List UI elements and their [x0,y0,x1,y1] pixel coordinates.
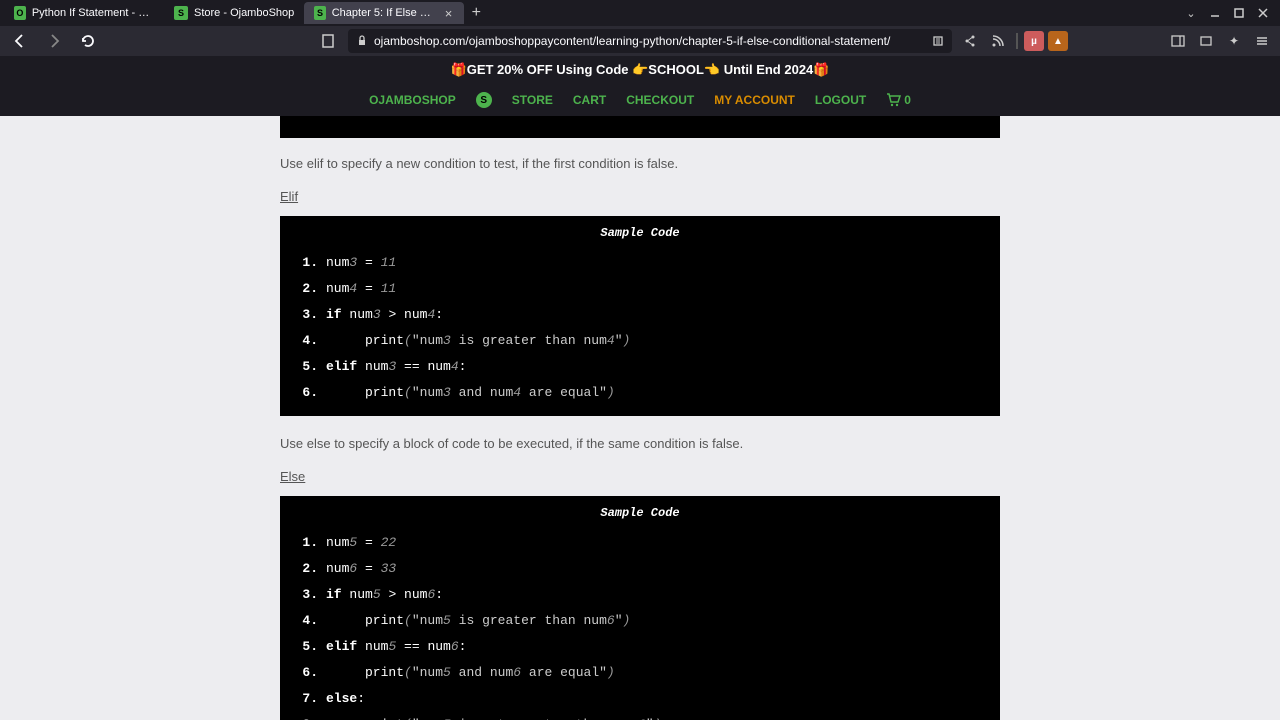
extension-icon-1[interactable]: µ [1024,31,1044,51]
favicon: O [14,6,26,20]
tab-title: Store - OjamboShop [194,7,294,19]
code-title: Sample Code [294,226,986,240]
tab-inactive-2[interactable]: S Store - OjamboShop [164,2,304,24]
paragraph-elif: Use elif to specify a new condition to t… [280,156,1000,171]
code-title: Sample Code [294,506,986,520]
favicon: S [174,6,188,20]
window-controls: ⌄ [1182,4,1276,22]
favicon: S [314,6,325,20]
nav-checkout[interactable]: CHECKOUT [626,93,694,107]
main-content: Use elif to specify a new condition to t… [280,116,1000,720]
rss-icon[interactable] [986,29,1010,53]
page-viewport[interactable]: 🎁GET 20% OFF Using Code 👉SCHOOL👈 Until E… [0,56,1280,720]
logo-icon: S [476,92,492,108]
lock-icon [356,35,368,47]
tab-title: Chapter 5: If Else Conditio [332,7,437,19]
separator [1016,33,1018,49]
bookmark-icon[interactable] [314,28,342,54]
nav-store[interactable]: STORE [512,93,553,107]
code-block-elif: Sample Code 1.num3 = 11 2.num4 = 11 3.if… [280,216,1000,416]
tab-bar: O Python If Statement - Ojambo S Store -… [0,0,1280,26]
close-icon[interactable]: × [443,6,454,20]
cart-status[interactable]: 0 [886,93,911,107]
nav-brand[interactable]: OJAMBOSHOP [369,93,456,107]
cart-icon [886,93,902,107]
menu-icon[interactable] [1250,29,1274,53]
minimize-button[interactable] [1206,4,1224,22]
nav-logout[interactable]: LOGOUT [815,93,866,107]
nav-cart[interactable]: CART [573,93,606,107]
toolbar: ojamboshop.com/ojamboshoppaycontent/lear… [0,26,1280,56]
tab-title: Python If Statement - Ojambo [32,7,154,19]
paragraph-else: Use else to specify a block of code to b… [280,436,1000,451]
else-link[interactable]: Else [280,469,1000,484]
sidebar-icon[interactable] [1166,29,1190,53]
forward-button[interactable] [40,28,68,54]
url-bar[interactable]: ojamboshop.com/ojamboshoppaycontent/lear… [348,29,952,53]
previous-code-block-tail [280,116,1000,138]
back-button[interactable] [6,28,34,54]
close-window-button[interactable] [1254,4,1272,22]
elif-link[interactable]: Elif [280,189,1000,204]
nav-account[interactable]: MY ACCOUNT [714,93,795,107]
sparkle-icon[interactable]: ✦ [1222,29,1246,53]
chevron-down-icon[interactable]: ⌄ [1182,4,1200,22]
maximize-button[interactable] [1230,4,1248,22]
site-nav: OJAMBOSHOP S STORE CART CHECKOUT MY ACCO… [0,84,1280,116]
reload-button[interactable] [74,28,102,54]
extension-icon-2[interactable]: ▲ [1048,31,1068,51]
reader-icon[interactable] [932,35,944,47]
share-icon[interactable] [958,29,982,53]
url-text: ojamboshop.com/ojamboshoppaycontent/lear… [374,34,926,48]
cart-count: 0 [904,93,911,107]
new-tab-button[interactable]: + [464,1,488,25]
extension-panel-icon[interactable] [1194,29,1218,53]
toolbar-right: µ ▲ [958,29,1068,53]
tab-active[interactable]: S Chapter 5: If Else Conditio × [304,2,464,24]
promo-banner: 🎁GET 20% OFF Using Code 👉SCHOOL👈 Until E… [0,56,1280,84]
tab-inactive-1[interactable]: O Python If Statement - Ojambo [4,2,164,24]
code-block-else: Sample Code 1.num5 = 22 2.num6 = 33 3.if… [280,496,1000,720]
